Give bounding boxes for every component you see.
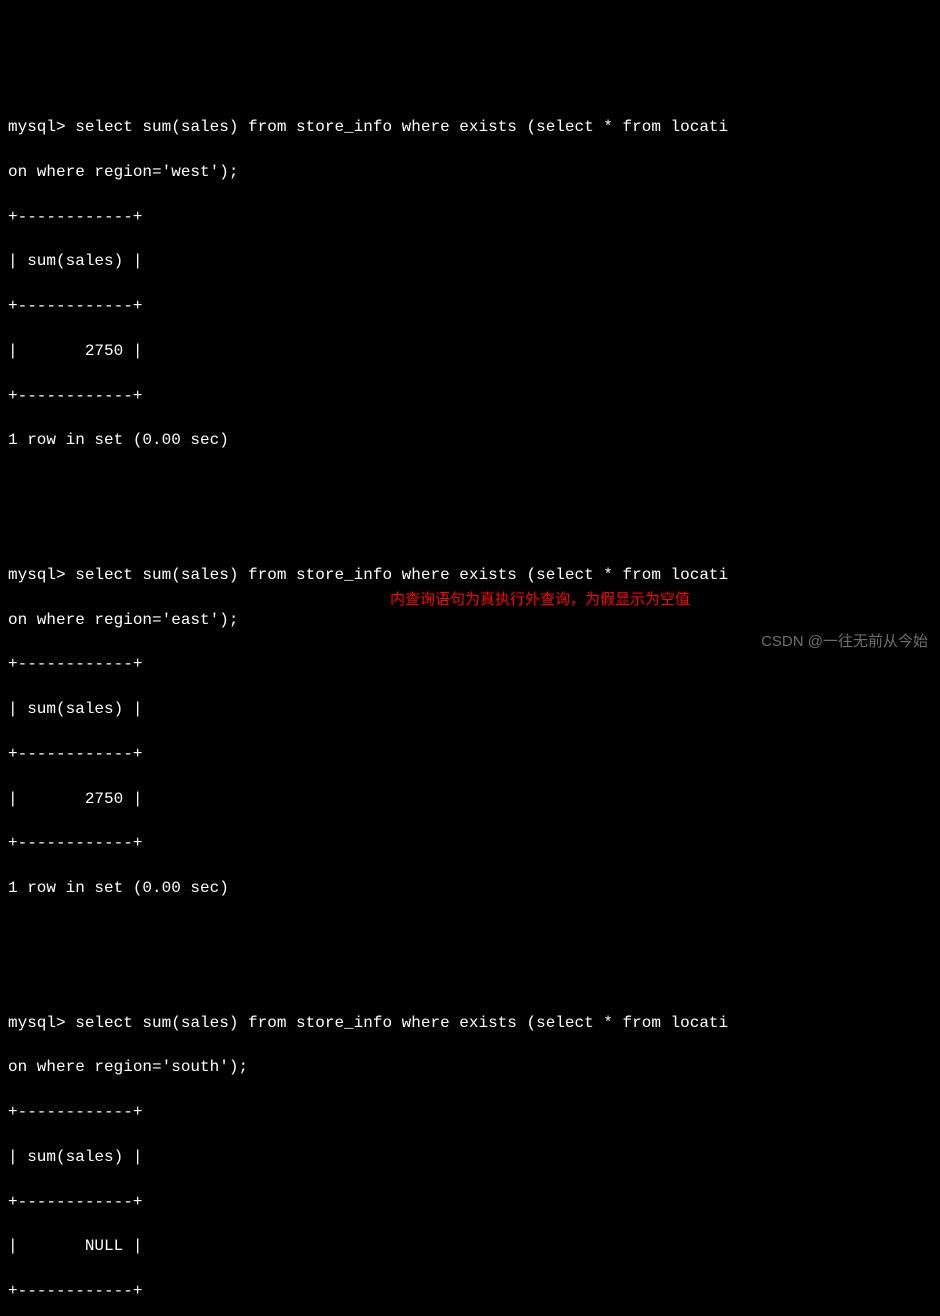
table-border: +------------+	[8, 743, 932, 765]
table-border: +------------+	[8, 832, 932, 854]
blank-line	[8, 474, 932, 496]
sql-text: select sum(sales) from store_info where …	[75, 118, 728, 136]
terminal-line: mysql> select sum(sales) from store_info…	[8, 116, 932, 138]
terminal-line: mysql> select sum(sales) from store_info…	[8, 564, 932, 586]
sql-query-highlight: select sum(sales) from store_info where …	[75, 1012, 734, 1034]
table-header: | sum(sales) |	[8, 1146, 932, 1168]
table-border: +------------+	[8, 653, 932, 675]
terminal-line: on where region='west');	[8, 161, 932, 183]
sql-query-highlight: select sum(sales) from store_info where …	[75, 564, 734, 586]
column-header: sum(sales)	[27, 252, 123, 270]
table-row: | NULL |	[8, 1235, 932, 1257]
table-header: | sum(sales) |	[8, 250, 932, 272]
table-row: | 2750 |	[8, 788, 932, 810]
sql-text: select sum(sales) from store_info where …	[75, 1014, 728, 1032]
result-value: 2750	[85, 790, 123, 808]
blank-line	[8, 922, 932, 944]
sql-text: select sum(sales) from store_info where …	[75, 566, 728, 584]
sql-text: on where region='south');	[8, 1058, 248, 1076]
table-border: +------------+	[8, 1101, 932, 1123]
table-row: | 2750 |	[8, 340, 932, 362]
result-value: 2750	[85, 342, 123, 360]
table-border: +------------+	[8, 385, 932, 407]
sql-query-highlight: on where region='south');	[8, 1056, 254, 1078]
annotation-text: 内查询语句为真执行外查询，为假显示为空值	[390, 589, 690, 610]
sql-query-highlight: on where region='west');	[8, 161, 244, 183]
table-border: +------------+	[8, 295, 932, 317]
table-border: +------------+	[8, 206, 932, 228]
table-border: +------------+	[8, 1280, 932, 1302]
terminal-line: on where region='east');	[8, 609, 932, 631]
result-value: NULL	[85, 1237, 123, 1255]
row-status: 1 row in set (0.00 sec)	[8, 429, 932, 451]
mysql-prompt: mysql>	[8, 1014, 66, 1032]
terminal-line: on where region='south');	[8, 1056, 932, 1078]
column-header: sum(sales)	[27, 1148, 123, 1166]
sql-query-highlight: on where region='east');	[8, 609, 244, 631]
mysql-prompt: mysql>	[8, 118, 66, 136]
terminal-line: mysql> select sum(sales) from store_info…	[8, 1012, 932, 1034]
row-status: 1 row in set (0.00 sec)	[8, 877, 932, 899]
watermark-text: CSDN @一往无前从今始	[761, 631, 928, 652]
table-header: | sum(sales) |	[8, 698, 932, 720]
column-header: sum(sales)	[27, 700, 123, 718]
table-border: +------------+	[8, 1191, 932, 1213]
sql-text: on where region='west');	[8, 163, 238, 181]
sql-text: on where region='east');	[8, 611, 238, 629]
mysql-prompt: mysql>	[8, 566, 66, 584]
sql-query-highlight: select sum(sales) from store_info where …	[75, 116, 734, 138]
